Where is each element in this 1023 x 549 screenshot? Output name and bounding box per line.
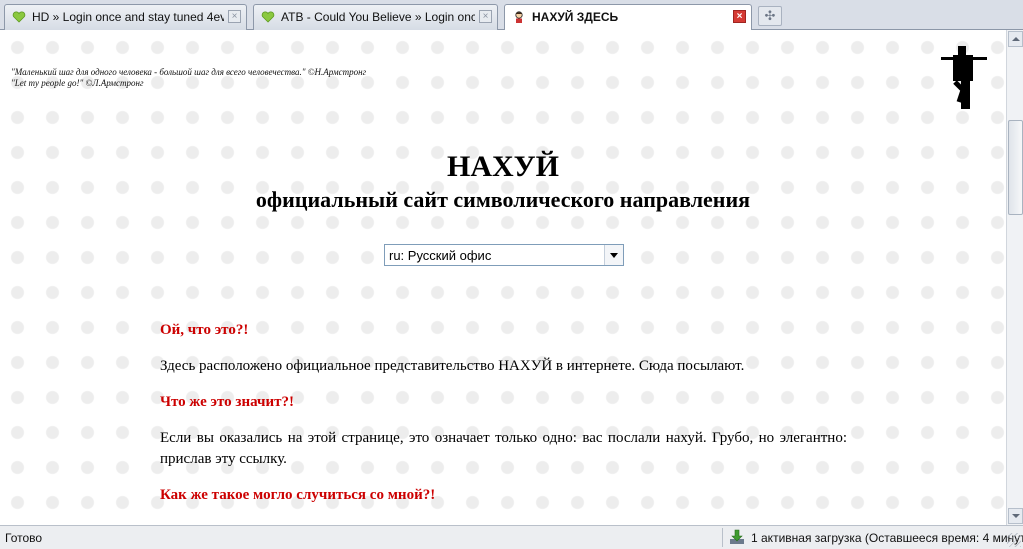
heart-icon [12,11,26,23]
pointing-man-icon [941,46,987,109]
faq-article: Ой, что это?! Здесь расположено официаль… [160,320,847,525]
status-divider [722,528,723,547]
downloads-status[interactable]: 1 активная загрузка (Оставшееся время: 4… [751,531,1023,545]
close-tab-icon[interactable]: × [733,10,746,23]
tab-atb[interactable]: ATB - Could You Believe » Login once a..… [253,4,498,30]
stick-figure-icon [515,11,523,23]
close-tab-icon[interactable]: × [228,10,241,23]
faq-answer: Если вы оказались на этой странице, это … [160,430,847,467]
scroll-down-icon[interactable] [1008,508,1023,524]
tab-label: НАХУЙ ЗДЕСЬ [532,10,619,24]
scrollbar-thumb[interactable] [1008,120,1023,215]
tab-nahuy[interactable]: НАХУЙ ЗДЕСЬ × [504,4,752,31]
close-tab-icon[interactable]: × [479,10,492,23]
faq-question: Как же такое могло случиться со мной?! [160,487,436,503]
tab-hd[interactable]: HD » Login once and stay tuned 4ever! × [4,4,247,30]
faq-question: Ой, что это?! [160,322,249,338]
vertical-scrollbar[interactable] [1006,30,1023,525]
quote-armstrong-louis: "Let my people go!" ©Л.Армстронг [11,78,144,88]
tab-label: HD » Login once and stay tuned 4ever! [32,10,224,24]
page-content: "Маленький шаг для одного человека - бол… [0,30,1006,525]
status-bar: Готово 1 активная загрузка (Оставшееся в… [0,525,1023,549]
faq-question: Что же это значит?! [160,394,294,410]
heart-icon [261,11,275,23]
page-subtitle: официальный сайт символического направле… [255,187,751,212]
status-text: Готово [5,531,43,545]
download-icon[interactable] [729,529,745,545]
resize-grip-icon[interactable] [1007,533,1021,547]
quotes-block: "Маленький шаг для одного человека - бол… [11,67,366,89]
tab-bar: HD » Login once and stay tuned 4ever! × … [0,0,1023,31]
page-title: НАХУЙ [446,150,560,183]
quote-armstrong-neil: "Маленький шаг для одного человека - бол… [11,67,367,77]
new-tab-button[interactable]: ✣ [758,6,782,26]
dropdown-arrow-icon[interactable] [604,245,623,265]
tab-label: ATB - Could You Believe » Login once a..… [281,10,475,24]
language-select[interactable]: ru: Русский офис [384,244,624,266]
faq-answer: Здесь расположено официальное представит… [160,358,745,374]
scroll-up-icon[interactable] [1008,31,1023,47]
language-select-value: ru: Русский офис [389,248,492,263]
